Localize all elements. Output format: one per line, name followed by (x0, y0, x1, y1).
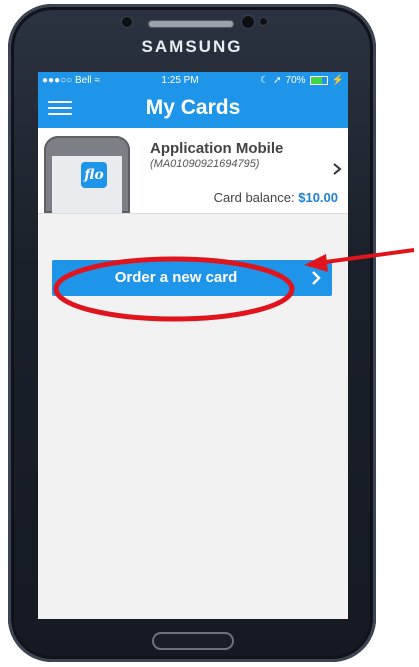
card-balance-label: Card balance: (213, 190, 295, 205)
home-button[interactable] (152, 632, 234, 650)
app-bar: My Cards (38, 88, 348, 128)
card-name: Application Mobile (150, 140, 284, 157)
chevron-right-icon[interactable] (330, 162, 344, 176)
carrier-label: ●●●○○ Bell ≈ (42, 75, 100, 86)
order-new-card-button[interactable]: Order a new card (52, 260, 332, 296)
battery-icon (309, 75, 328, 85)
sensor-dot (122, 17, 132, 27)
status-right: ☾ ➚ 70% ⚡ (260, 75, 344, 86)
card-list-item[interactable]: flo Application Mobile (MA01090921694795… (38, 128, 348, 214)
card-id: (MA01090921694795) (150, 158, 260, 170)
phone-screen: ●●●○○ Bell ≈ 1:25 PM ☾ ➚ 70% ⚡ My Cards … (38, 72, 348, 619)
wifi-icon: ≈ (94, 74, 100, 86)
phone-frame: SAMSUNG ●●●○○ Bell ≈ 1:25 PM ☾ ➚ 70% ⚡ M… (8, 4, 376, 662)
carrier-text: ●●●○○ Bell (42, 74, 92, 86)
sensor-dot-small (260, 18, 267, 25)
device-brand: SAMSUNG (141, 37, 243, 56)
card-balance-value: $10.00 (298, 190, 338, 205)
earpiece-speaker (148, 20, 234, 28)
location-arrow-icon: ➚ (273, 74, 282, 86)
status-time: 1:25 PM (161, 74, 199, 86)
order-button-label: Order a new card (114, 269, 238, 286)
card-thumbnail: flo (44, 136, 130, 213)
moon-icon: ☾ (260, 74, 270, 86)
chevron-right-icon (312, 271, 321, 285)
page-title: My Cards (145, 96, 241, 119)
battery-percent: 70% (285, 74, 306, 86)
card-balance: Card balance: $10.00 (214, 190, 338, 205)
flo-logo-icon: flo (81, 162, 107, 188)
status-bar: ●●●○○ Bell ≈ 1:25 PM ☾ ➚ 70% ⚡ (38, 72, 348, 88)
charging-icon: ⚡ (331, 74, 344, 86)
front-camera (242, 16, 254, 28)
